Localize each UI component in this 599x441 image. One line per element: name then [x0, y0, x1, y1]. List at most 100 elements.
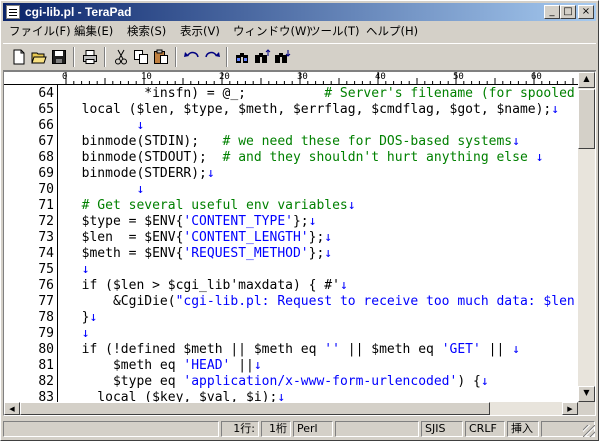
redo-icon[interactable] — [202, 47, 222, 67]
scroll-up-button[interactable]: ▲ — [578, 72, 595, 88]
menu-view[interactable]: 表示(V) — [180, 24, 220, 39]
line-number: 69 — [38, 166, 54, 181]
code-line[interactable]: 72 $type = $ENV{'CONTENT_TYPE'};↓ — [4, 214, 578, 230]
code-line[interactable]: 74 $meth = $ENV{'REQUEST_METHOD'};↓ — [4, 246, 578, 262]
line-break-mark: ↓ — [324, 230, 333, 245]
line-number: 71 — [38, 198, 54, 213]
code-line[interactable]: 68 binmode(STDOUT); # and they shouldn't… — [4, 150, 578, 166]
code-line[interactable]: 79 ↓ — [4, 326, 578, 342]
line-break-mark: ↓ — [339, 278, 348, 293]
code-line[interactable]: 71 # Get several useful env variables↓ — [4, 198, 578, 214]
string-token: 'GET' — [441, 342, 481, 357]
vertical-scroll-thumb[interactable] — [578, 89, 595, 149]
vertical-scrollbar[interactable]: ▲ ▼ — [578, 72, 595, 402]
open-folder-icon[interactable] — [29, 47, 49, 67]
line-break-mark: ↓ — [206, 166, 215, 181]
code-token: binmode(STDERR); — [66, 166, 207, 181]
toolbar-separator — [175, 47, 177, 67]
horizontal-scroll-thumb[interactable] — [20, 402, 490, 415]
code-line[interactable]: 82 $type eq 'application/x-www-form-urle… — [4, 374, 578, 390]
code-token: $type eq — [66, 374, 184, 389]
code-line[interactable]: 81 $meth eq 'HEAD' ||↓ — [4, 358, 578, 374]
code-line[interactable]: 77 &CgiDie("cgi-lib.pl: Request to recei… — [4, 294, 578, 310]
code-line[interactable]: 64 *insfn) = @_; # Server's filename (fo… — [4, 86, 578, 102]
new-file-icon[interactable] — [9, 47, 29, 67]
code-line[interactable]: 66 ↓ — [4, 118, 578, 134]
minimize-button[interactable]: _ — [544, 5, 560, 19]
editor-pane[interactable]: 0 10 20 30 40 50 60 64 *insfn) = @_; # S… — [3, 71, 596, 416]
code-line[interactable]: 70 ↓ — [4, 182, 578, 198]
terapad-window: cgi-lib.pl - TeraPad _ □ × ファイル(F) 編集(E)… — [0, 0, 599, 441]
line-break-mark: ↓ — [136, 118, 145, 133]
status-line: 1行: — [221, 421, 259, 437]
code-area[interactable]: 64 *insfn) = @_; # Server's filename (fo… — [4, 86, 578, 402]
ruler-ticks — [65, 72, 574, 84]
title-bar[interactable]: cgi-lib.pl - TeraPad _ □ × — [3, 3, 596, 21]
status-message — [3, 421, 219, 437]
menu-bar: ファイル(F) 編集(E) 検索(S) 表示(V) ウィンドウ(W) ツール(T… — [3, 22, 596, 41]
code-token: || — [230, 358, 254, 373]
line-text: local ($len, $type, $meth, $errflag, $cm… — [66, 102, 559, 118]
line-text: $type eq 'application/x-www-form-urlenco… — [66, 374, 489, 390]
code-token: if (!defined $meth || $meth eq — [66, 342, 325, 357]
print-icon[interactable] — [80, 47, 100, 67]
line-number: 77 — [38, 294, 54, 309]
code-line[interactable]: 67 binmode(STDIN); # we need these for D… — [4, 134, 578, 150]
status-bar: 1行: 1桁 Perl SJIS CRLF 挿入 — [3, 419, 596, 438]
line-text: ↓ — [66, 182, 144, 198]
maximize-button[interactable]: □ — [560, 5, 576, 19]
menu-tools[interactable]: ツール(T) — [309, 24, 360, 39]
scroll-down-button[interactable]: ▼ — [578, 386, 595, 402]
scroll-right-button[interactable]: ▶ — [562, 402, 578, 415]
line-text: $type = $ENV{'CONTENT_TYPE'};↓ — [66, 214, 317, 230]
code-token: }; — [308, 246, 325, 261]
code-line[interactable]: 76 if ($len > $cgi_lib'maxdata) { #'↓ — [4, 278, 578, 294]
code-token: $meth = $ENV{ — [66, 246, 184, 261]
scroll-left-button[interactable]: ◀ — [4, 402, 20, 415]
ruler-label: 30 — [297, 72, 308, 82]
menu-file[interactable]: ファイル(F) — [9, 24, 71, 39]
menu-search[interactable]: 検索(S) — [127, 24, 166, 39]
paste-icon[interactable] — [151, 47, 171, 67]
code-line[interactable]: 78 }↓ — [4, 310, 578, 326]
code-token: }; — [308, 230, 325, 245]
menu-window[interactable]: ウィンドウ(W) — [233, 24, 311, 39]
code-line[interactable]: 75 ↓ — [4, 262, 578, 278]
find-icon[interactable] — [233, 47, 253, 67]
menu-help[interactable]: ヘルプ(H) — [366, 24, 418, 39]
code-token: ) { — [457, 374, 481, 389]
code-line[interactable]: 80 if (!defined $meth || $meth eq '' || … — [4, 342, 578, 358]
code-line[interactable]: 69 binmode(STDERR);↓ — [4, 166, 578, 182]
ruler-label: 40 — [375, 72, 386, 82]
line-break-mark: ↓ — [81, 326, 90, 341]
code-line[interactable]: 65 local ($len, $type, $meth, $errflag, … — [4, 102, 578, 118]
code-token: if ($len > $cgi_lib'maxdata) { #' — [66, 278, 340, 293]
close-button[interactable]: × — [578, 5, 594, 19]
app-icon[interactable] — [6, 5, 20, 19]
code-line[interactable]: 73 $len = $ENV{'CONTENT_LENGTH'};↓ — [4, 230, 578, 246]
line-number: 70 — [38, 182, 54, 197]
ruler-label: 0 — [62, 72, 68, 82]
horizontal-scrollbar[interactable]: ◀ ▶ — [4, 402, 578, 415]
line-break-mark: ↓ — [277, 390, 286, 402]
comment-token: # Server's filename (for spooled — [324, 86, 575, 101]
line-text: }↓ — [66, 310, 98, 326]
string-token: 'REQUEST_METHOD' — [183, 246, 309, 261]
code-token: local ($key, $val, $i); — [66, 390, 278, 402]
cut-icon[interactable] — [111, 47, 131, 67]
line-number: 72 — [38, 214, 54, 229]
code-line[interactable]: 83 local ($key, $val, $i);↓ — [4, 390, 578, 402]
toolbar-separator — [104, 47, 106, 67]
code-token: $len = $ENV{ — [66, 230, 184, 245]
resize-grip-icon[interactable] — [583, 425, 595, 437]
find-prev-icon[interactable] — [273, 47, 293, 67]
find-next-icon[interactable] — [253, 47, 273, 67]
copy-icon[interactable] — [131, 47, 151, 67]
menu-edit[interactable]: 編集(E) — [74, 24, 113, 39]
code-token: } — [66, 310, 90, 325]
save-icon[interactable] — [49, 47, 69, 67]
line-text: $meth = $ENV{'REQUEST_METHOD'};↓ — [66, 246, 332, 262]
undo-icon[interactable] — [182, 47, 202, 67]
line-break-mark: ↓ — [512, 342, 520, 357]
